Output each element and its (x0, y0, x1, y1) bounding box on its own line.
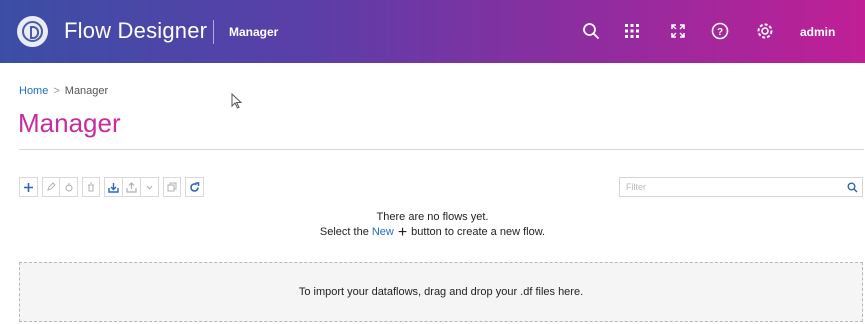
import-flow-button[interactable] (104, 177, 123, 197)
edit-run-group (42, 177, 78, 197)
duplicate-icon (167, 182, 177, 192)
delete-icon (88, 182, 94, 192)
empty-hint-prefix: Select the (319, 226, 369, 238)
add-flow-button[interactable] (19, 177, 38, 197)
export-icon (126, 181, 137, 193)
empty-hint-suffix: button to create a new flow. (411, 226, 546, 238)
import-icon (108, 182, 119, 193)
settings-icon[interactable] (752, 18, 778, 44)
add-icon (24, 182, 33, 192)
breadcrumb-current: Manager (64, 85, 109, 97)
import-export-group (104, 177, 159, 197)
breadcrumb: Home > Manager (19, 85, 108, 97)
app-title[interactable]: Flow Designer (64, 18, 207, 44)
title-divider-line (19, 149, 864, 150)
title-divider (213, 20, 214, 44)
page-title: Manager (18, 108, 121, 138)
refresh-button[interactable] (185, 177, 204, 197)
dropzone-text: To import your dataflows, drag and drop … (298, 286, 584, 298)
empty-state-message: There are no flows yet. (376, 211, 489, 223)
search-icon[interactable] (578, 18, 604, 44)
flow-actions-toolbar (19, 177, 204, 197)
app-subtitle: Manager (229, 25, 279, 39)
delete-flow-button[interactable] (82, 177, 100, 197)
svg-text:?: ? (717, 27, 723, 38)
top-navigation-bar: Flow Designer Manager ? admin (0, 0, 865, 63)
flow-designer-logo-icon[interactable] (17, 16, 48, 47)
import-dropzone[interactable]: To import your dataflows, drag and drop … (19, 262, 863, 322)
export-dropdown-button[interactable] (141, 177, 159, 197)
filter-box (619, 177, 863, 197)
duplicate-flow-button[interactable] (163, 177, 181, 197)
apps-grid-icon[interactable] (619, 18, 645, 44)
export-flow-button[interactable] (123, 177, 141, 197)
breadcrumb-separator: > (53, 85, 60, 97)
run-icon (65, 183, 72, 192)
run-flow-button[interactable] (60, 177, 78, 197)
fullscreen-icon[interactable] (665, 18, 691, 44)
empty-state-hint: Select the New + button to create a new … (0, 223, 865, 241)
edit-flow-button[interactable] (42, 177, 60, 197)
mouse-cursor-icon (231, 93, 243, 109)
edit-icon (47, 182, 56, 191)
help-icon[interactable]: ? (707, 18, 733, 44)
filter-input[interactable] (620, 178, 842, 196)
plus-icon: + (397, 223, 408, 241)
new-flow-link[interactable]: New (372, 226, 394, 238)
filter-search-icon[interactable] (842, 182, 862, 193)
breadcrumb-home-link[interactable]: Home (19, 85, 48, 97)
refresh-icon (190, 181, 200, 192)
export-dropdown-icon (146, 185, 153, 190)
user-menu[interactable]: admin (800, 25, 835, 39)
